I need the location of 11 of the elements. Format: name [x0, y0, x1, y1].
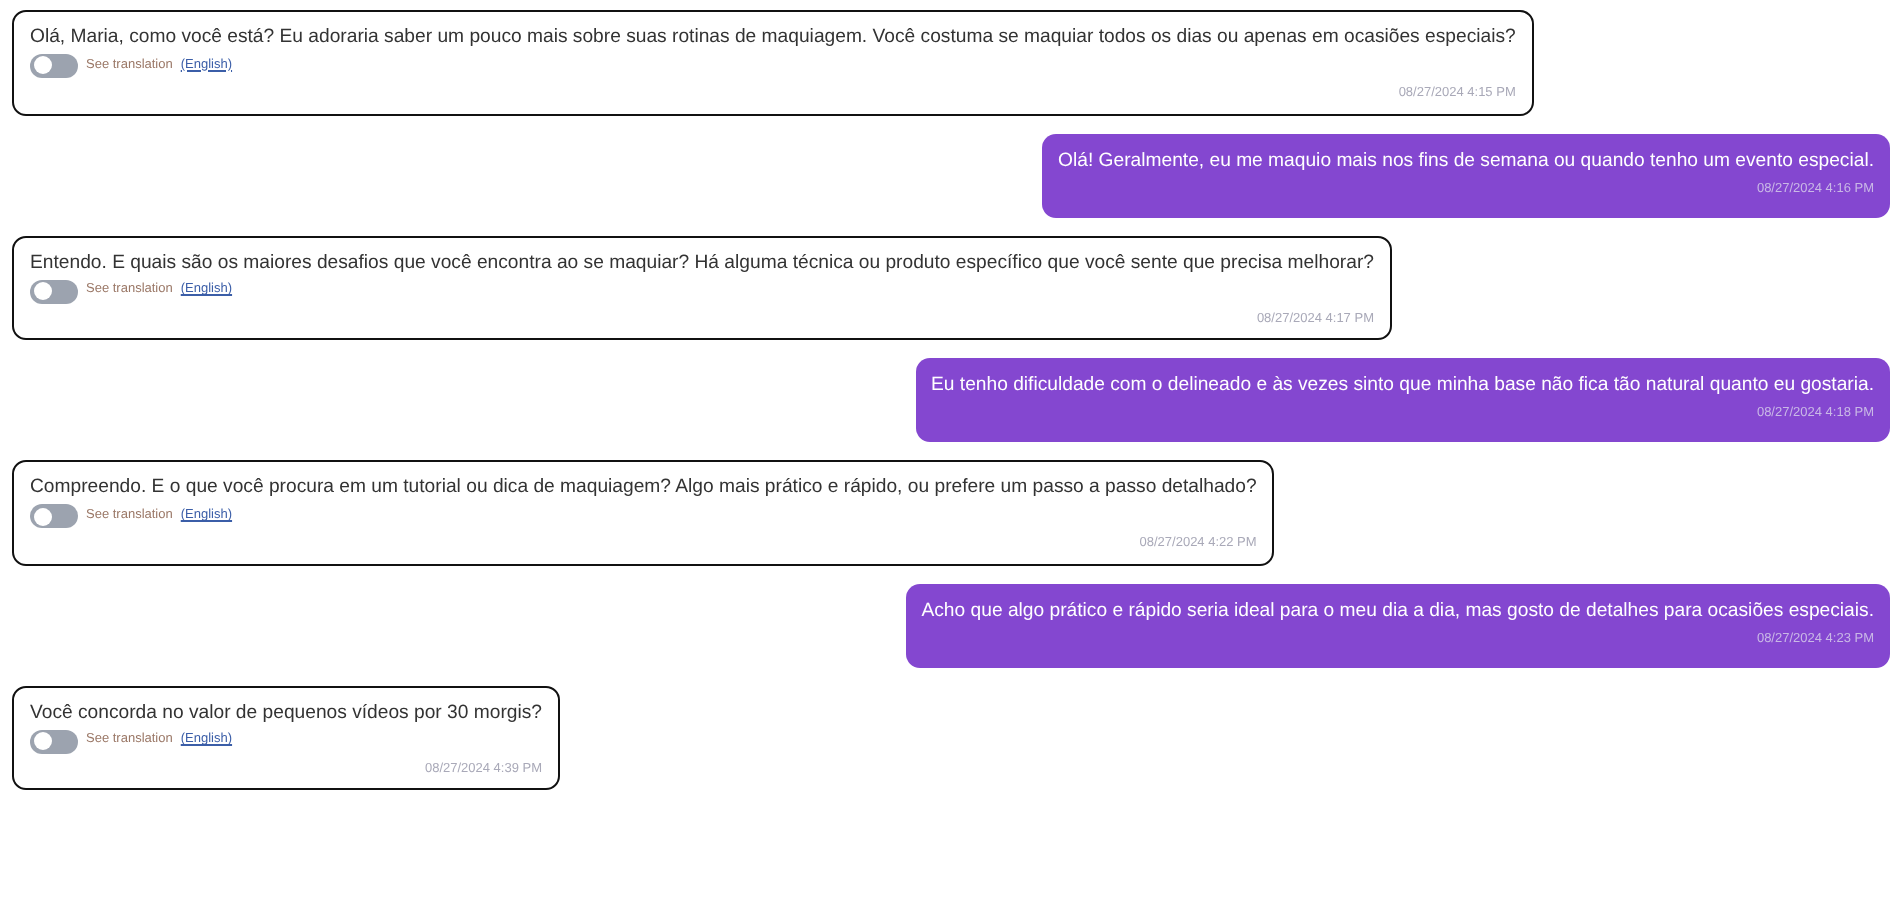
message-text: Acho que algo prático e rápido seria ideal para o meu dia a dia, mas gosto de detalhes para ocasiões especiais. [921, 599, 1874, 624]
message-text: Olá! Geralmente, eu me maquio mais nos fins de semana ou quando tenho um evento especial. [1058, 149, 1874, 174]
translation-toggle[interactable] [30, 279, 78, 304]
message-text: Compreendo. E o que você procura em um tutorial ou dica de maquiagem? Algo mais prático e rápido, ou prefere um passo a passo detalhado? [30, 476, 1257, 501]
message-text: Você concorda no valor de pequenos vídeos por 30 morgis? [30, 701, 543, 726]
translation-toggle[interactable] [30, 729, 78, 754]
message-text: Olá, Maria, como você está? Eu adoraria saber um pouco mais sobre suas rotinas de maquiagem. Você costuma se maquiar todos os dias ou apenas em ocasiões especiais? [30, 26, 1516, 50]
translation-toggle[interactable] [30, 504, 78, 529]
message-text: Eu tenho dificuldade com o delineado e às vezes sinto que minha base não fica tão natural quanto eu gostaria. [931, 374, 1874, 399]
message-text: Entendo. E quais são os maiores desafios que você encontra ao se maquiar? Há alguma técnica ou produto específico que você sente que precisa melhorar? [30, 251, 1374, 276]
translation-toggle[interactable] [30, 53, 78, 78]
